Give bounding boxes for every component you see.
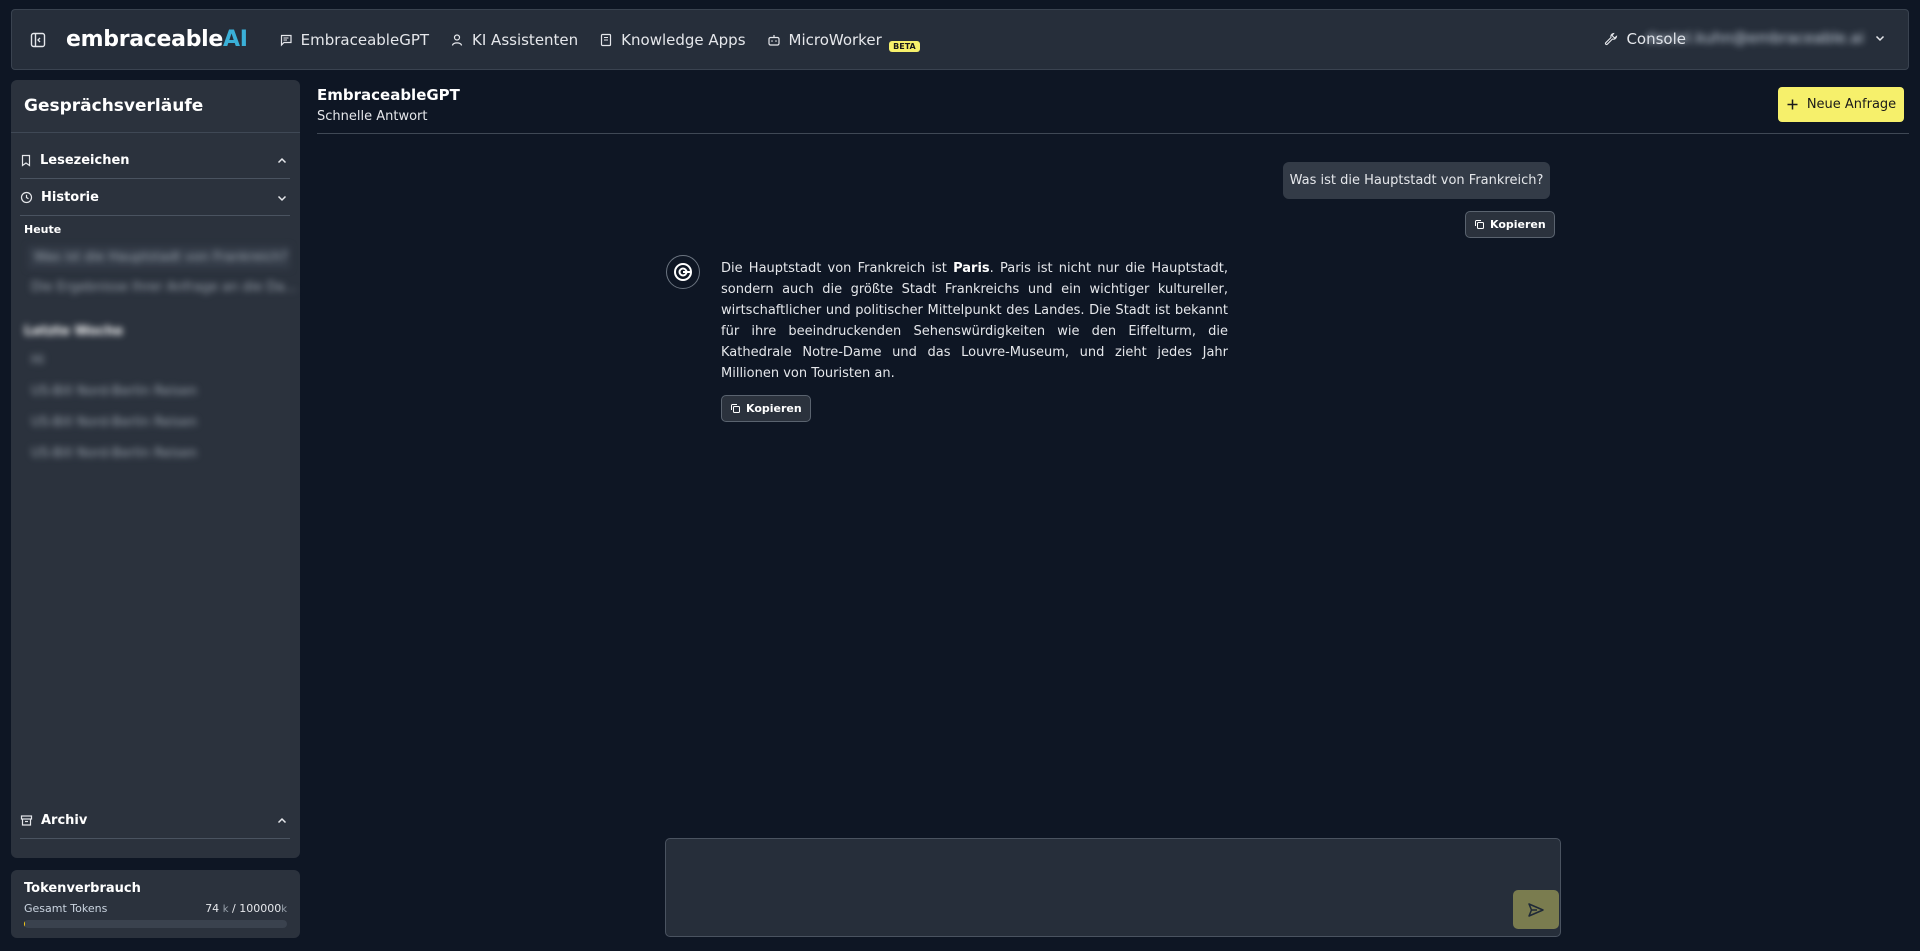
copy-icon <box>1475 220 1484 229</box>
nav-embraceablegpt[interactable]: EmbraceableGPT <box>279 31 429 49</box>
divider <box>317 133 1909 134</box>
chat-subtitle: Schnelle Antwort <box>317 109 428 124</box>
send-button[interactable] <box>1513 890 1559 929</box>
history-item[interactable]: US-Bill Nord-Berlin Reisen <box>31 384 197 399</box>
chevron-down-icon <box>1875 35 1885 42</box>
history-item[interactable]: Die Ergebnisse Ihrer Anfrage an die Da..… <box>31 280 297 295</box>
archive-section[interactable]: Archiv <box>20 803 290 839</box>
group-label-last-week: Letzte Woche <box>24 324 124 339</box>
user-menu[interactable]: daniel.kuhn@embraceable.ai <box>1645 29 1886 47</box>
book-icon <box>601 33 612 46</box>
conversation-panel: Gesprächsverläufe Lesezeichen Historie H… <box>11 80 300 858</box>
user-icon <box>451 33 463 46</box>
copy-icon <box>731 404 740 413</box>
chevron-up-icon <box>277 817 287 824</box>
nav-label: MicroWorker <box>788 30 882 49</box>
top-bar: embraceableAI EmbraceableGPT KI Assisten… <box>11 9 1909 70</box>
chevron-up-icon <box>277 157 287 164</box>
message-input[interactable] <box>666 839 1560 936</box>
bookmarks-label: Lesezeichen <box>40 153 130 168</box>
history-item[interactable]: US-Bill Nord-Berlin Reisen <box>31 446 197 461</box>
robot-icon <box>767 34 780 46</box>
history-icon <box>20 191 33 204</box>
app-logo[interactable]: embraceableAI <box>66 27 248 52</box>
history-item[interactable]: Hi <box>31 353 44 368</box>
token-label: Gesamt Tokens <box>24 902 108 915</box>
chat-icon <box>280 34 292 46</box>
sidebar-toggle-icon[interactable] <box>28 30 48 50</box>
copy-label: Kopieren <box>1490 218 1546 231</box>
token-value: 74 k / 100000k <box>205 902 287 915</box>
history-section[interactable]: Historie <box>20 180 290 216</box>
archive-icon <box>20 815 33 826</box>
bookmarks-section[interactable]: Lesezeichen <box>20 143 290 179</box>
nav-ki-assistenten[interactable]: KI Assistenten <box>450 31 578 49</box>
plus-icon <box>1787 99 1798 110</box>
wrench-icon <box>1605 32 1618 46</box>
new-request-label: Neue Anfrage <box>1806 97 1897 112</box>
user-email: daniel.kuhn@embraceable.ai <box>1645 29 1864 47</box>
assistant-logo-icon <box>674 263 692 281</box>
history-item[interactable]: Was ist die Hauptstadt von Frankreich? <box>28 246 290 269</box>
message-input-box <box>665 838 1561 937</box>
assistant-message: Die Hauptstadt von Frankreich ist Paris.… <box>721 261 1228 381</box>
nav-label: EmbraceableGPT <box>300 30 430 49</box>
nav-label: Knowledge Apps <box>621 30 746 49</box>
nav-microworker[interactable]: MicroWorker BETA <box>767 30 920 52</box>
user-message: Was ist die Hauptstadt von Frankreich? <box>1283 162 1550 199</box>
history-item[interactable]: US-Bill Nord-Berlin Reisen <box>31 415 197 430</box>
history-label: Historie <box>41 190 99 205</box>
copy-button[interactable]: Kopieren <box>1465 211 1555 238</box>
nav-label: KI Assistenten <box>472 30 579 49</box>
divider <box>11 132 300 133</box>
archive-label: Archiv <box>41 813 88 828</box>
copy-button[interactable]: Kopieren <box>721 395 811 422</box>
chat-title: EmbraceableGPT <box>317 86 460 104</box>
token-title: Tokenverbrauch <box>24 881 141 896</box>
chevron-down-icon <box>277 195 287 202</box>
token-usage: Tokenverbrauch Gesamt Tokens 74 k / 1000… <box>11 870 300 938</box>
nav-knowledge-apps[interactable]: Knowledge Apps <box>599 30 746 49</box>
copy-label: Kopieren <box>746 402 802 415</box>
token-progress-bar <box>24 920 287 928</box>
beta-badge: BETA <box>889 40 920 52</box>
main-nav: EmbraceableGPT KI Assistenten Knowledge … <box>279 30 920 52</box>
panel-title: Gesprächsverläufe <box>24 96 204 116</box>
send-icon <box>1528 902 1544 917</box>
bookmark-icon <box>21 154 31 167</box>
new-request-button[interactable]: Neue Anfrage <box>1778 87 1904 122</box>
assistant-avatar <box>666 255 700 289</box>
group-label-today: Heute <box>24 223 62 236</box>
chat-header: EmbraceableGPT Schnelle Antwort <box>317 86 460 124</box>
